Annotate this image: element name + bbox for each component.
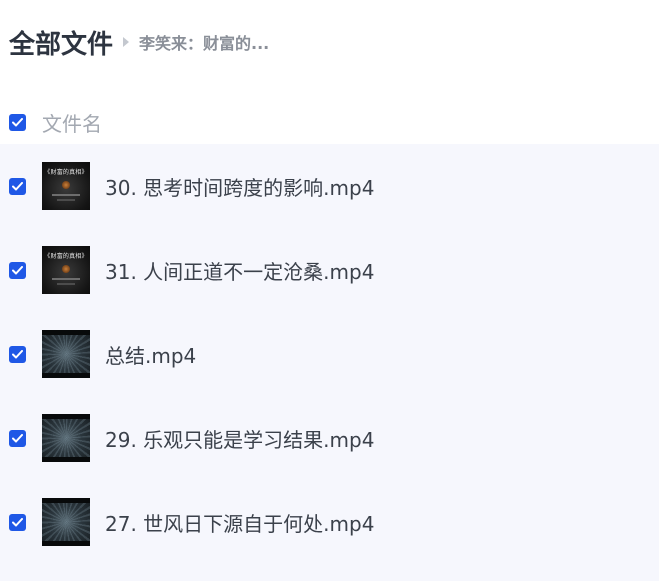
file-list: 《财富的真相》 30. 思考时间跨度的影响.mp4 《财富的真相》 31. 人间… (0, 144, 659, 581)
breadcrumb-root-all-files[interactable]: 全部文件 (9, 24, 113, 61)
file-row[interactable]: 29. 乐观只能是学习结果.mp4 (0, 396, 659, 480)
check-icon (12, 181, 23, 190)
file-row[interactable]: 总结.mp4 (0, 312, 659, 396)
video-thumbnail[interactable]: 《财富的真相》 (42, 246, 90, 294)
video-thumbnail[interactable] (42, 498, 90, 546)
breadcrumb-current-folder[interactable]: 李笑来：财富的... (139, 30, 269, 54)
file-browser: 全部文件 李笑来：财富的... 文件名 《财富的真相》 30. 思考时间跨度的影… (0, 0, 659, 581)
breadcrumb: 全部文件 李笑来：财富的... (9, 22, 269, 62)
thumbnail-letterbox (42, 414, 90, 419)
check-icon (12, 265, 23, 274)
thumbnail-portrait (62, 181, 70, 189)
thumbnail-caption-line (52, 194, 80, 196)
file-name[interactable]: 29. 乐观只能是学习结果.mp4 (105, 424, 374, 453)
row-checkbox[interactable] (9, 261, 26, 279)
thumbnail-caption-line (52, 278, 80, 280)
column-header-filename[interactable]: 文件名 (42, 108, 102, 137)
row-checkbox[interactable] (9, 513, 26, 531)
select-all-checkbox[interactable] (9, 113, 26, 131)
video-thumbnail[interactable]: 《财富的真相》 (42, 162, 90, 210)
thumbnail-letterbox (42, 457, 90, 462)
file-name[interactable]: 总结.mp4 (105, 340, 196, 369)
list-header: 文件名 (0, 100, 659, 144)
check-icon (12, 433, 23, 442)
video-thumbnail[interactable] (42, 330, 90, 378)
row-checkbox[interactable] (9, 345, 26, 363)
check-icon (12, 517, 23, 526)
thumbnail-cover-title: 《财富的真相》 (44, 253, 88, 260)
file-name[interactable]: 30. 思考时间跨度的影响.mp4 (105, 172, 374, 201)
row-checkbox[interactable] (9, 177, 26, 195)
thumbnail-letterbox (42, 541, 90, 546)
video-thumbnail[interactable] (42, 414, 90, 462)
thumbnail-caption-line (57, 283, 75, 285)
check-icon (12, 349, 23, 358)
thumbnail-cover-title: 《财富的真相》 (44, 169, 88, 176)
file-row[interactable]: 《财富的真相》 31. 人间正道不一定沧桑.mp4 (0, 228, 659, 312)
file-name[interactable]: 31. 人间正道不一定沧桑.mp4 (105, 256, 374, 285)
thumbnail-letterbox (42, 373, 90, 378)
thumbnail-caption-line (57, 199, 75, 201)
file-row[interactable]: 《财富的真相》 30. 思考时间跨度的影响.mp4 (0, 144, 659, 228)
thumbnail-letterbox (42, 498, 90, 503)
file-name[interactable]: 27. 世风日下源自于何处.mp4 (105, 508, 374, 537)
row-checkbox[interactable] (9, 429, 26, 447)
thumbnail-letterbox (42, 330, 90, 335)
file-row[interactable]: 27. 世风日下源自于何处.mp4 (0, 480, 659, 564)
check-icon (12, 117, 23, 126)
thumbnail-portrait (62, 265, 70, 273)
caret-right-icon (123, 37, 130, 47)
